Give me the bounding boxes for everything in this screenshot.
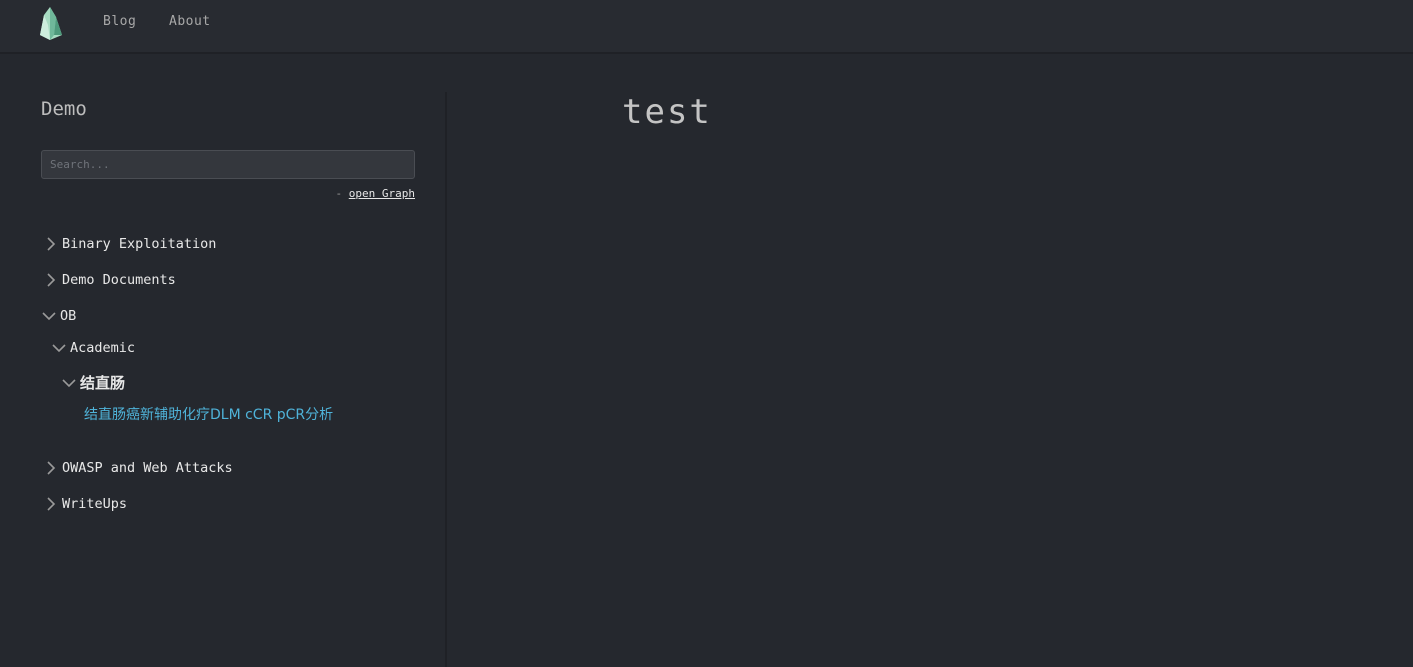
tree-folder-label: Academic: [70, 340, 136, 356]
top-navbar: Blog About: [0, 0, 1413, 54]
chevron-right-icon[interactable]: [44, 461, 58, 475]
tree-folder-colorectal[interactable]: 结直肠: [62, 372, 125, 393]
tree-folder-label: OB: [60, 308, 77, 324]
open-graph-link[interactable]: open Graph: [349, 187, 415, 200]
tree-folder-label: OWASP and Web Attacks: [62, 460, 233, 476]
tree-folder-label: Demo Documents: [62, 272, 176, 288]
nav-link-about[interactable]: About: [169, 14, 211, 29]
chevron-right-icon[interactable]: [44, 497, 58, 511]
tree-folder-label: Binary Exploitation: [62, 236, 217, 252]
tree-folder-binary-exploitation[interactable]: Binary Exploitation: [44, 236, 216, 252]
tree-folder-label: WriteUps: [62, 496, 128, 512]
sidebar-divider: [445, 92, 447, 667]
nav-link-blog[interactable]: Blog: [103, 14, 136, 29]
graph-link-row: - open Graph: [336, 187, 415, 200]
page-title: test: [622, 92, 712, 132]
tree-folder-writeups[interactable]: WriteUps: [44, 496, 127, 512]
crystal-logo-icon[interactable]: [34, 5, 66, 41]
tree-folder-ob[interactable]: OB: [42, 308, 76, 324]
chevron-down-icon[interactable]: [42, 309, 56, 323]
graph-link-prefix: -: [335, 187, 349, 200]
search-input[interactable]: [41, 150, 415, 179]
chevron-down-icon[interactable]: [62, 376, 76, 390]
tree-folder-label: 结直肠: [80, 374, 126, 392]
tree-folder-owasp[interactable]: OWASP and Web Attacks: [44, 460, 233, 476]
chevron-right-icon[interactable]: [44, 237, 58, 251]
tree-folder-demo-documents[interactable]: Demo Documents: [44, 272, 176, 288]
chevron-right-icon[interactable]: [44, 273, 58, 287]
site-title[interactable]: Demo: [41, 98, 87, 120]
tree-note-link-active[interactable]: 结直肠癌新辅助化疗DLM cCR pCR分析: [84, 404, 333, 424]
chevron-down-icon[interactable]: [52, 341, 66, 355]
sidebar: [0, 54, 446, 667]
tree-folder-academic[interactable]: Academic: [52, 340, 135, 356]
